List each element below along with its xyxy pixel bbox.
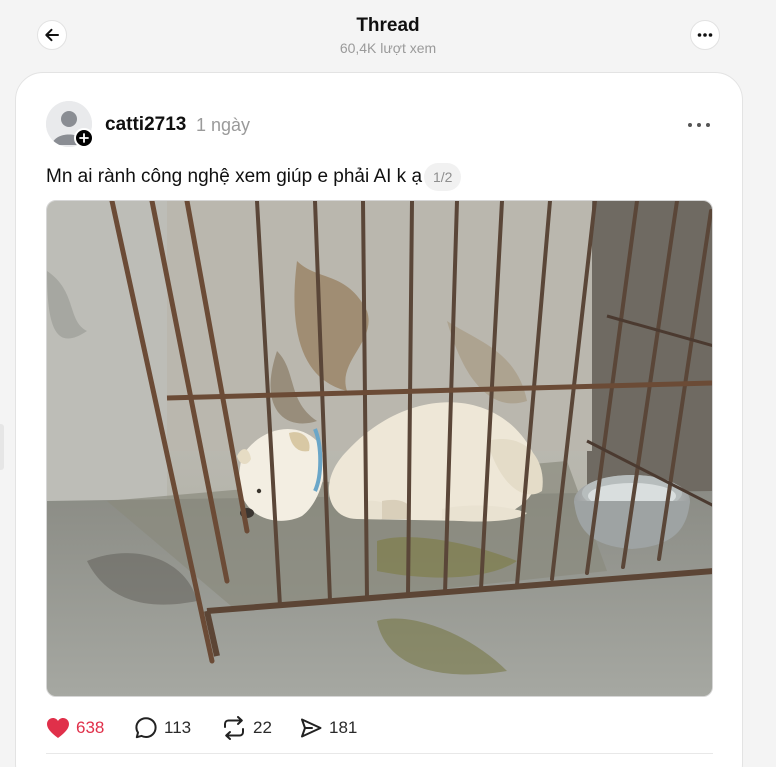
top-bar: Thread 60,4K lượt xem	[0, 0, 776, 70]
comment-bubble-icon	[135, 717, 157, 739]
post-card: catti2713 1 ngày Mn ai rành công nghệ xe…	[15, 72, 743, 767]
follow-plus-button[interactable]	[74, 128, 94, 148]
page-title: Thread	[356, 15, 420, 36]
share-button[interactable]: 181	[299, 713, 357, 743]
ellipsis-icon	[688, 123, 710, 127]
more-options-button[interactable]	[690, 20, 720, 50]
ellipsis-icon	[697, 33, 713, 37]
repost-button[interactable]: 22	[221, 713, 272, 743]
like-count: 638	[76, 718, 105, 737]
reply-button[interactable]: 113	[134, 713, 191, 743]
username[interactable]: catti2713	[105, 114, 186, 136]
send-icon	[301, 718, 322, 738]
page-indicator: 1/2	[424, 163, 462, 191]
repost-icon	[224, 716, 244, 740]
plus-icon	[79, 133, 89, 143]
header-title-block: Thread 60,4K lượt xem	[0, 14, 776, 57]
view-count: 60,4K lượt xem	[339, 40, 437, 56]
post-photo[interactable]	[46, 200, 713, 697]
left-edge-handle	[0, 424, 4, 470]
divider	[46, 753, 713, 754]
heart-filled-icon	[47, 718, 69, 738]
post-more-button[interactable]	[684, 113, 714, 137]
share-count: 181	[329, 718, 358, 737]
action-bar: 638 113 22 181	[46, 713, 713, 743]
like-button[interactable]: 638	[46, 713, 104, 743]
post-text: Mn ai rành công nghệ xem giúp e phải AI …	[46, 166, 423, 187]
reply-count: 113	[164, 718, 192, 737]
photo-dog-in-cage	[47, 201, 712, 696]
post-time: 1 ngày	[196, 115, 251, 135]
repost-count: 22	[253, 718, 272, 737]
